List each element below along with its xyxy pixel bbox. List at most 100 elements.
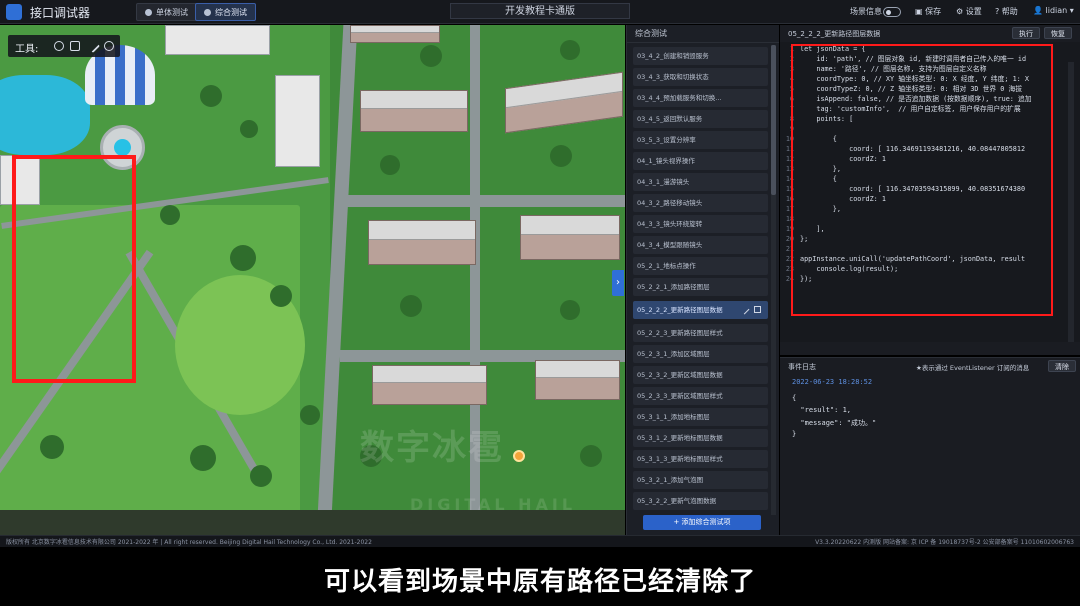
collapse-panel-handle[interactable]: ›	[612, 270, 624, 296]
list-item[interactable]: 05_2_2_1_添加路径图层	[633, 278, 768, 296]
residential-building	[535, 360, 620, 400]
list-item[interactable]: 05_2_3_1_添加区域图层	[633, 345, 768, 363]
event-log-hint: ★表示通过 EventListener 订阅的消息	[916, 364, 1030, 372]
combined-test-icon	[204, 9, 211, 16]
run-button[interactable]: 执行	[1012, 27, 1040, 39]
combined-test-button[interactable]: 综合测试	[195, 3, 256, 21]
toolbox-label: 工具:	[15, 44, 39, 55]
list-item[interactable]: 04_3_2_路径移动镜头	[633, 194, 768, 212]
list-item[interactable]: 04_3_4_模型跟随镜头	[633, 236, 768, 254]
tree	[40, 435, 64, 459]
watermark-sub: DIGITAL HAIL	[410, 495, 577, 514]
list-item[interactable]: 03_5_3_设置分辨率	[633, 131, 768, 149]
list-item[interactable]: 05_3_1_2_更新地标图层数据	[633, 429, 768, 447]
add-test-item-button[interactable]: + 添加综合测试项	[643, 515, 761, 530]
scene-info-label: 场景信息	[850, 7, 882, 16]
list-item[interactable]: 04_3_3_镜头环绕旋转	[633, 215, 768, 233]
list-item[interactable]: 03_4_3_获取和切换状态	[633, 68, 768, 86]
list-item[interactable]: 03_4_5_返回默认服务	[633, 110, 768, 128]
list-item[interactable]: 03_4_4_预加载服务和切换...	[633, 89, 768, 107]
tree	[190, 445, 216, 471]
tool-settings-icon[interactable]	[104, 41, 114, 51]
building	[165, 25, 270, 55]
residential-building	[505, 71, 623, 134]
residential-building	[350, 25, 440, 43]
road	[340, 195, 625, 207]
residential-building	[520, 215, 620, 260]
restore-button[interactable]: 恢复	[1044, 27, 1072, 39]
list-item[interactable]: 05_2_3_2_更新区域图层数据	[633, 366, 768, 384]
tree	[400, 295, 422, 317]
pond	[0, 75, 90, 155]
location-marker-icon[interactable]	[513, 450, 525, 462]
list-item[interactable]: 03_4_2_创建和销毁服务	[633, 47, 768, 65]
list-item[interactable]: 05_3_1_1_添加地标图层	[633, 408, 768, 426]
settings-label: 设置	[965, 7, 982, 16]
list-item-label: 05_2_2_2_更新路径图层数据	[637, 306, 723, 314]
single-test-button[interactable]: 单体测试	[136, 3, 197, 21]
list-item[interactable]: 05_3_2_2_更新气泡图数据	[633, 492, 768, 510]
log-line: {	[792, 394, 797, 402]
code-highlight-box	[791, 44, 1053, 316]
tree	[240, 120, 258, 138]
list-item[interactable]: 05_2_2_3_更新路径图层样式	[633, 324, 768, 342]
code-scrollbar[interactable]	[1068, 62, 1074, 342]
building	[275, 75, 320, 167]
settings-button[interactable]: ⚙ 设置	[956, 6, 982, 17]
scene-info-toggle[interactable]	[883, 7, 901, 17]
tree	[380, 155, 400, 175]
scrollbar-thumb[interactable]	[771, 45, 776, 195]
map-viewport[interactable]: 数字冰雹 DIGITAL HAIL 工具: ›	[0, 25, 625, 535]
code-title: 05_2_2_2_更新路径图层数据	[788, 30, 881, 38]
tree	[550, 145, 572, 167]
copyright-text: 版权所有 北京数字冰雹信息技术有限公司 2021-2022 年 | All ri…	[6, 539, 372, 546]
app-title: 接口调试器	[30, 6, 91, 20]
code-editor-panel: 05_2_2_2_更新路径图层数据 执行 恢复 1 let jsonData = …	[780, 25, 1080, 355]
list-item[interactable]: 05_2_1_地标点操作	[633, 257, 768, 275]
delete-icon[interactable]	[754, 306, 761, 313]
tree	[160, 205, 180, 225]
tree	[560, 40, 580, 60]
watermark: 数字冰雹	[360, 428, 504, 468]
list-item[interactable]: 04_1_镜头视界操作	[633, 152, 768, 170]
log-timestamp: 2022-06-23 18:28:52	[792, 378, 873, 386]
tree	[420, 45, 442, 67]
draw-tool-icon[interactable]	[85, 38, 101, 54]
residential-building	[368, 220, 476, 265]
help-button[interactable]: ? 帮助	[995, 6, 1018, 17]
save-button[interactable]: ▣ 保存	[915, 6, 941, 17]
log-line: "message": "成功。"	[792, 419, 877, 427]
clear-log-button[interactable]: 清除	[1048, 360, 1076, 372]
tree	[230, 245, 256, 271]
list-item[interactable]: 05_3_1_3_更新地标图层样式	[633, 450, 768, 468]
single-test-label: 单体测试	[156, 8, 188, 17]
log-line: }	[792, 430, 797, 438]
list-item[interactable]: 05_2_3_3_更新区域图层样式	[633, 387, 768, 405]
tree	[580, 445, 602, 467]
list-item-selected[interactable]: 05_2_2_2_更新路径图层数据	[633, 301, 768, 319]
combined-test-panel: 综合测试 03_4_2_创建和销毁服务 03_4_3_获取和切换状态 03_4_…	[626, 25, 779, 535]
project-title[interactable]: 开发教程卡通版	[450, 3, 630, 19]
single-test-icon	[145, 9, 152, 16]
top-bar: 接口调试器 单体测试 综合测试 开发教程卡通版 场景信息 ▣ 保存 ⚙ 设置 ?…	[0, 0, 1080, 24]
tree	[560, 300, 580, 320]
tree	[300, 405, 320, 425]
version-text: V3.3.20220622 内测版 网站备案: 京 ICP 备 19018737…	[815, 539, 1074, 546]
edit-icon[interactable]	[739, 304, 750, 315]
list-item[interactable]: 04_3_1_漫游镜头	[633, 173, 768, 191]
event-log-title: 事件日志	[788, 363, 816, 371]
tree	[270, 285, 292, 307]
combined-test-label: 综合测试	[215, 8, 247, 17]
list-scrollbar[interactable]	[771, 45, 776, 515]
app-logo-icon	[6, 4, 22, 20]
point-tool-icon[interactable]	[54, 41, 64, 51]
user-menu[interactable]: 👤 lidian ▾	[1033, 6, 1074, 15]
footer: 版权所有 北京数字冰雹信息技术有限公司 2021-2022 年 | All ri…	[0, 535, 1080, 547]
area-tool-icon[interactable]	[70, 41, 80, 51]
code-editor[interactable]: 1 let jsonData = { 2 id: 'path', // 图层对象 …	[780, 42, 1080, 342]
subtitle-band: 可以看到场景中原有路径已经清除了	[0, 547, 1080, 606]
map-toolbox: 工具:	[8, 35, 120, 57]
user-name: lidian	[1045, 6, 1068, 15]
list-item[interactable]: 05_3_2_1_添加气泡图	[633, 471, 768, 489]
residential-building	[360, 90, 468, 132]
